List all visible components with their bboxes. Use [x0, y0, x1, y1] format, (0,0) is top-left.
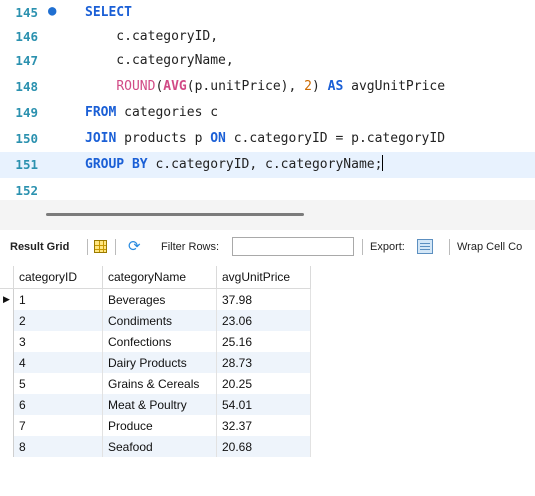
cell-avgunitprice[interactable]: 25.16	[216, 331, 311, 352]
cell-categoryid[interactable]: 8	[13, 436, 103, 457]
table-row[interactable]: ▶ 1 Beverages 37.98	[0, 288, 311, 310]
cell-categoryid[interactable]: 2	[13, 310, 103, 331]
row-selector-header	[0, 266, 14, 289]
table-row[interactable]: 6 Meat & Poultry 54.01	[0, 394, 311, 415]
scrollbar-thumb[interactable]	[46, 213, 304, 216]
toolbar-divider	[362, 239, 363, 255]
editor-line: 145 ● SELECT	[0, 0, 535, 26]
line-number: 145	[15, 5, 38, 20]
export-icon[interactable]	[417, 239, 433, 254]
code-text: c.categoryName,	[85, 53, 234, 68]
editor-line: 149 FROM categories c	[0, 100, 535, 126]
editor-line: 150 JOIN products p ON c.categoryID = p.…	[0, 126, 535, 152]
grid-view-icon[interactable]	[94, 240, 107, 253]
row-selector[interactable]	[0, 415, 14, 436]
row-selector[interactable]	[0, 373, 14, 394]
code-text: JOIN products p ON c.categoryID = p.cate…	[85, 131, 446, 146]
code-text: GROUP BY c.categoryID, c.categoryName;	[85, 155, 384, 172]
result-grid[interactable]: categoryID categoryName avgUnitPrice ▶ 1…	[0, 266, 330, 457]
column-header-avgunitprice[interactable]: avgUnitPrice	[216, 266, 311, 289]
cell-categoryname[interactable]: Dairy Products	[102, 352, 217, 373]
cell-categoryname[interactable]: Seafood	[102, 436, 217, 457]
editor-line: 146 c.categoryID,	[0, 24, 535, 50]
code-text: SELECT	[85, 5, 132, 20]
text-caret	[382, 155, 384, 171]
column-header-categoryname[interactable]: categoryName	[102, 266, 217, 289]
cell-avgunitprice[interactable]: 54.01	[216, 394, 311, 415]
table-row[interactable]: 2 Condiments 23.06	[0, 310, 311, 331]
row-selector[interactable]	[0, 436, 14, 457]
cell-categoryname[interactable]: Condiments	[102, 310, 217, 331]
cell-categoryname[interactable]: Meat & Poultry	[102, 394, 217, 415]
result-grid-tab[interactable]: Result Grid	[10, 232, 69, 262]
row-selector[interactable]	[0, 331, 14, 352]
editor-line: 147 c.categoryName,	[0, 48, 535, 74]
cell-categoryname[interactable]: Grains & Cereals	[102, 373, 217, 394]
cell-avgunitprice[interactable]: 37.98	[216, 288, 311, 310]
cell-categoryid[interactable]: 1	[13, 288, 103, 310]
table-row[interactable]: 8 Seafood 20.68	[0, 436, 311, 457]
line-number: 146	[15, 29, 38, 44]
sql-editor[interactable]: 145 ● SELECT 146 c.categoryID, 147 c.cat…	[0, 0, 535, 200]
cell-categoryid[interactable]: 3	[13, 331, 103, 352]
cell-avgunitprice[interactable]: 28.73	[216, 352, 311, 373]
toolbar-divider	[87, 239, 88, 255]
code-text: FROM categories c	[85, 105, 219, 120]
code-text: c.categoryID,	[85, 29, 219, 44]
cell-categoryid[interactable]: 7	[13, 415, 103, 436]
column-header-categoryid[interactable]: categoryID	[13, 266, 103, 289]
row-selector[interactable]	[0, 352, 14, 373]
editor-line: 148 ROUND(AVG(p.unitPrice), 2) AS avgUni…	[0, 74, 535, 100]
export-label: Export:	[370, 241, 405, 253]
code-text: ROUND(AVG(p.unitPrice), 2) AS avgUnitPri…	[116, 79, 446, 94]
cell-categoryname[interactable]: Confections	[102, 331, 217, 352]
line-number: 149	[15, 105, 38, 120]
cell-categoryid[interactable]: 5	[13, 373, 103, 394]
wrap-cell-content-label[interactable]: Wrap Cell Co	[457, 232, 522, 262]
cell-avgunitprice[interactable]: 32.37	[216, 415, 311, 436]
line-number: 147	[15, 53, 38, 68]
editor-line-current: 151 GROUP BY c.categoryID, c.categoryNam…	[0, 152, 535, 178]
table-row[interactable]: 5 Grains & Cereals 20.25	[0, 373, 311, 394]
filter-rows-input[interactable]	[232, 237, 354, 256]
cell-categoryname[interactable]: Produce	[102, 415, 217, 436]
result-toolbar: Result Grid ⟳ Filter Rows: Export: Wrap …	[0, 232, 535, 262]
row-selector[interactable]	[0, 310, 14, 331]
toolbar-divider	[449, 239, 450, 255]
table-row[interactable]: 3 Confections 25.16	[0, 331, 311, 352]
filter-rows-label: Filter Rows:	[161, 241, 220, 253]
current-row-marker-icon: ▶	[0, 288, 14, 310]
cell-categoryid[interactable]: 4	[13, 352, 103, 373]
cell-avgunitprice[interactable]: 20.68	[216, 436, 311, 457]
cell-avgunitprice[interactable]: 23.06	[216, 310, 311, 331]
row-selector[interactable]	[0, 394, 14, 415]
statement-marker-icon: ●	[48, 3, 57, 19]
filter-refresh-icon[interactable]: ⟳	[128, 238, 148, 256]
line-number: 148	[15, 79, 38, 94]
table-row[interactable]: 4 Dairy Products 28.73	[0, 352, 311, 373]
line-number: 151	[15, 157, 38, 172]
cell-avgunitprice[interactable]: 20.25	[216, 373, 311, 394]
table-row[interactable]: 7 Produce 32.37	[0, 415, 311, 436]
editor-horizontal-scrollbar[interactable]	[0, 200, 535, 230]
toolbar-divider	[115, 239, 116, 255]
line-number: 150	[15, 131, 38, 146]
cell-categoryid[interactable]: 6	[13, 394, 103, 415]
cell-categoryname[interactable]: Beverages	[102, 288, 217, 310]
grid-header-row: categoryID categoryName avgUnitPrice	[0, 266, 311, 289]
